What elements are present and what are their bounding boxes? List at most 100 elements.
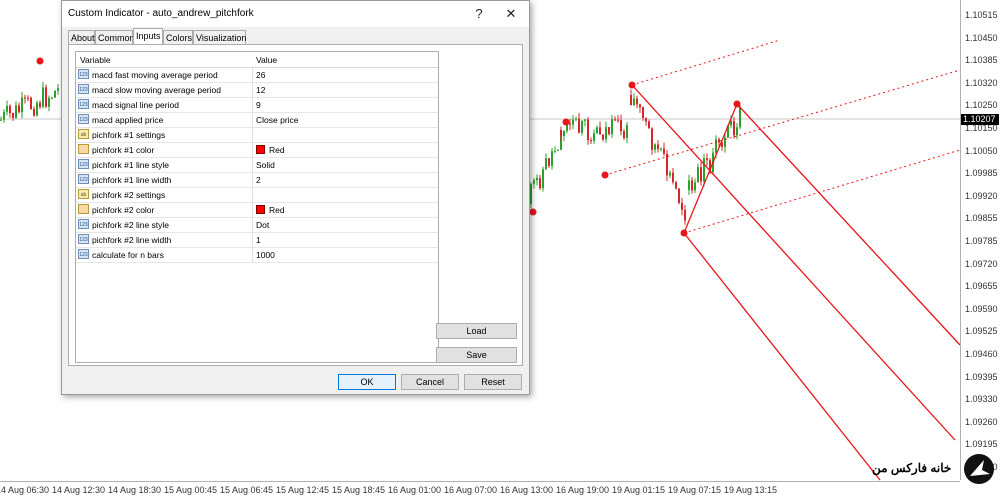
time-tick-label: 19 Aug 01:15	[612, 485, 666, 495]
price-tick-label: 1.10050	[965, 145, 998, 156]
candle-body	[563, 130, 565, 136]
candle-body	[548, 158, 550, 166]
current-price-label: 1.10207	[961, 114, 999, 125]
input-value[interactable]: 26	[256, 70, 265, 80]
input-value[interactable]: 1	[256, 235, 261, 245]
input-row[interactable]: ab pichfork #2 settings	[76, 187, 438, 203]
number-type-icon: 123	[78, 159, 89, 169]
candle-body	[33, 108, 35, 116]
input-row[interactable]: 123 pichfork #2 line width 1	[76, 232, 438, 248]
pitchfork-2-lower	[683, 149, 961, 234]
input-row[interactable]: pichfork #1 color Red	[76, 142, 438, 158]
inputs-panel: Variable Value 123 macd fast moving avera…	[68, 44, 523, 366]
number-type-icon: 123	[78, 249, 89, 259]
input-variable: macd signal line period	[92, 100, 179, 110]
input-value[interactable]: Close price	[256, 115, 299, 125]
color-type-icon	[78, 204, 89, 214]
tab-colors[interactable]: Colors	[163, 30, 193, 44]
pitchfork-1-median	[631, 84, 956, 441]
candle-body	[15, 105, 17, 118]
candle-body	[596, 127, 598, 134]
candle-body	[715, 139, 717, 153]
input-variable: macd slow moving average period	[92, 85, 221, 95]
input-value[interactable]: 9	[256, 100, 261, 110]
inputs-grid: Variable Value 123 macd fast moving avera…	[75, 51, 439, 363]
reset-button[interactable]: Reset	[464, 374, 522, 390]
input-row[interactable]: 123 pichfork #1 line width 2	[76, 172, 438, 188]
candle-body	[645, 118, 647, 122]
input-row[interactable]: 123 macd slow moving average period 12	[76, 82, 438, 98]
candle-body	[608, 127, 610, 135]
candle-body	[551, 151, 553, 166]
input-row[interactable]: ab pichfork #1 settings	[76, 127, 438, 143]
price-tick-label: 1.09590	[965, 303, 998, 314]
candle-body	[642, 107, 644, 119]
input-value[interactable]: 1000	[256, 250, 275, 260]
price-axis[interactable]: 1.10515 1.10450 1.10385 1.10320 1.10250 1.101…	[960, 0, 1000, 480]
site-logo: خانه فارکس من	[868, 452, 998, 490]
input-value[interactable]: Red	[269, 145, 285, 155]
input-value[interactable]: Solid	[256, 160, 275, 170]
candle-body	[57, 88, 59, 91]
number-type-icon: 123	[78, 234, 89, 244]
tab-common[interactable]: Common	[95, 30, 135, 44]
candle-body	[599, 127, 601, 135]
input-value[interactable]: 2	[256, 175, 261, 185]
candle-body	[572, 119, 574, 125]
candle-body	[12, 113, 14, 118]
candle-body	[533, 180, 535, 184]
time-tick-label: 14 Aug 18:30	[108, 485, 162, 495]
logo-icon	[964, 454, 994, 484]
input-value[interactable]: Dot	[256, 220, 269, 230]
pitchfork-2-median	[604, 69, 961, 176]
input-row[interactable]: pichfork #2 color Red	[76, 202, 438, 218]
input-row[interactable]: 123 macd signal line period 9	[76, 97, 438, 113]
candle-body	[51, 97, 53, 99]
price-tick-label: 1.09395	[965, 371, 998, 382]
time-tick-label: 16 Aug 01:00	[388, 485, 442, 495]
tab-inputs[interactable]: Inputs	[133, 28, 163, 44]
pivot-marker	[733, 100, 741, 108]
input-variable: pichfork #2 line width	[92, 235, 172, 245]
pivot-marker	[628, 81, 636, 89]
candle-body	[593, 133, 595, 141]
dialog-titlebar[interactable]: Custom Indicator - auto_andrew_pitchfork…	[62, 1, 529, 27]
color-swatch[interactable]	[256, 145, 265, 154]
number-type-icon: 123	[78, 84, 89, 94]
cancel-button[interactable]: Cancel	[401, 374, 459, 390]
input-row[interactable]: 123 pichfork #2 line style Dot	[76, 217, 438, 233]
price-tick-label: 1.09920	[965, 190, 998, 201]
time-tick-label: 15 Aug 18:45	[332, 485, 386, 495]
load-button[interactable]: Load	[436, 323, 517, 339]
candle-body	[623, 131, 625, 138]
price-tick-label: 1.09655	[965, 281, 998, 292]
price-tick-label: 1.09460	[965, 349, 998, 359]
candle-body	[700, 167, 702, 182]
candle-body	[660, 148, 662, 150]
input-row[interactable]: 123 macd fast moving average period 26	[76, 67, 438, 83]
input-row[interactable]: 123 calculate for n bars 1000	[76, 247, 438, 263]
tab-about[interactable]: About	[68, 30, 95, 44]
tab-visualization[interactable]: Visualization	[193, 30, 246, 44]
time-axis[interactable]: 14 Aug 06:30 14 Aug 12:30 14 Aug 18:30 15 A…	[0, 481, 960, 501]
save-button[interactable]: Save	[436, 347, 517, 363]
candle-body	[630, 95, 632, 106]
input-value[interactable]: Red	[269, 205, 285, 215]
time-tick-label: 14 Aug 12:30	[52, 485, 106, 495]
close-icon[interactable]: ✕	[502, 5, 520, 23]
candle-body	[590, 140, 592, 142]
candle-body	[620, 120, 622, 132]
help-icon[interactable]: ?	[470, 5, 488, 23]
ok-button[interactable]: OK	[338, 374, 396, 390]
price-tick-label: 1.10250	[965, 100, 998, 111]
candle-body	[581, 120, 583, 133]
input-row[interactable]: 123 pichfork #1 line style Solid	[76, 157, 438, 173]
color-swatch[interactable]	[256, 205, 265, 214]
price-tick-label: 1.09985	[965, 168, 998, 179]
time-tick-label: 15 Aug 12:45	[276, 485, 330, 495]
logo-text: خانه فارکس من	[872, 461, 952, 475]
input-row[interactable]: 123 macd applied price Close price	[76, 112, 438, 128]
candle-body	[536, 178, 538, 181]
input-value[interactable]: 12	[256, 85, 265, 95]
candle-body	[545, 158, 547, 170]
